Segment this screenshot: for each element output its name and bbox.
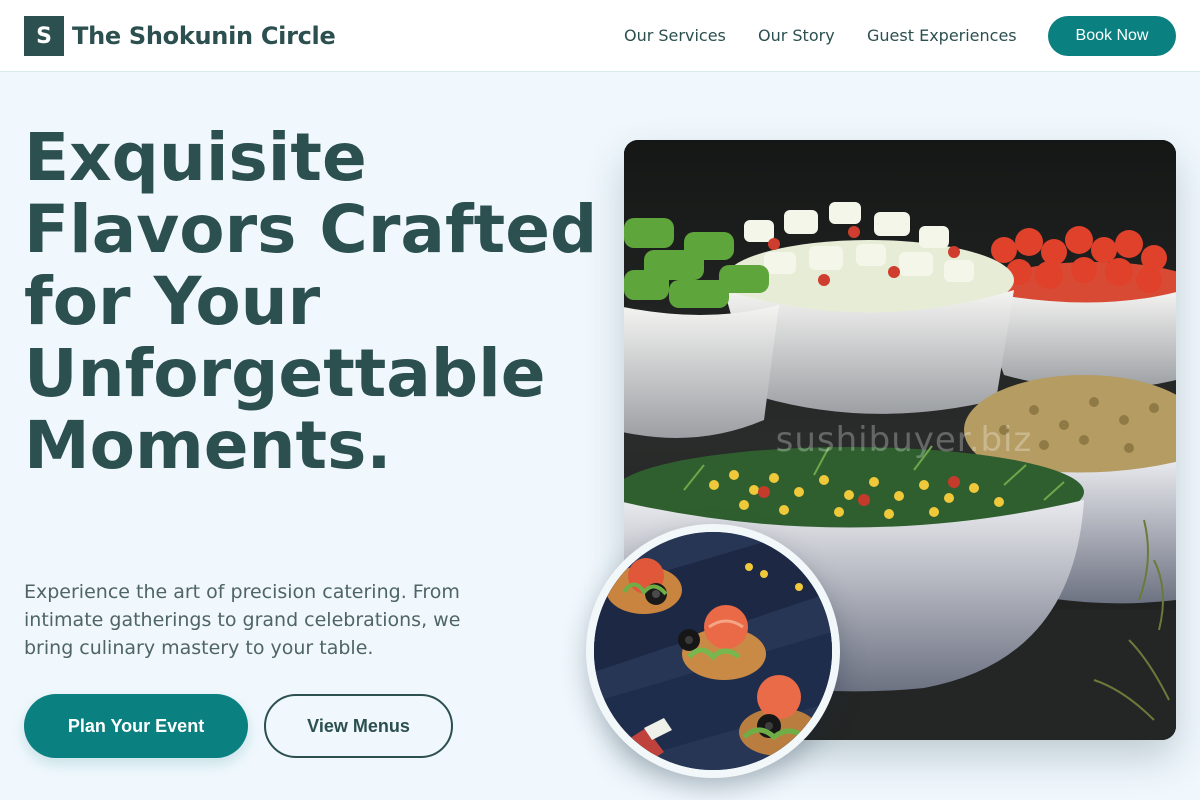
image-watermark: sushibuyer.biz [775, 420, 1033, 460]
plan-event-button[interactable]: Plan Your Event [24, 694, 248, 758]
nav-link-services[interactable]: Our Services [624, 24, 726, 48]
book-now-button[interactable]: Book Now [1048, 16, 1176, 56]
site-header: S The Shokunin Circle Our Services Our S… [0, 0, 1200, 72]
appetizer-illustration [594, 532, 832, 770]
appetizer-inset-image [586, 524, 840, 778]
view-menus-button[interactable]: View Menus [264, 694, 453, 758]
hero-headline: Exquisite Flavors Crafted for Your Unfor… [24, 119, 598, 484]
nav-link-story[interactable]: Our Story [758, 24, 835, 48]
brand-name[interactable]: The Shokunin Circle [72, 20, 336, 52]
hero-subtext: Experience the art of precision catering… [24, 581, 461, 659]
logo-icon[interactable]: S [24, 16, 64, 56]
nav-link-guest-experiences[interactable]: Guest Experiences [867, 24, 1017, 48]
